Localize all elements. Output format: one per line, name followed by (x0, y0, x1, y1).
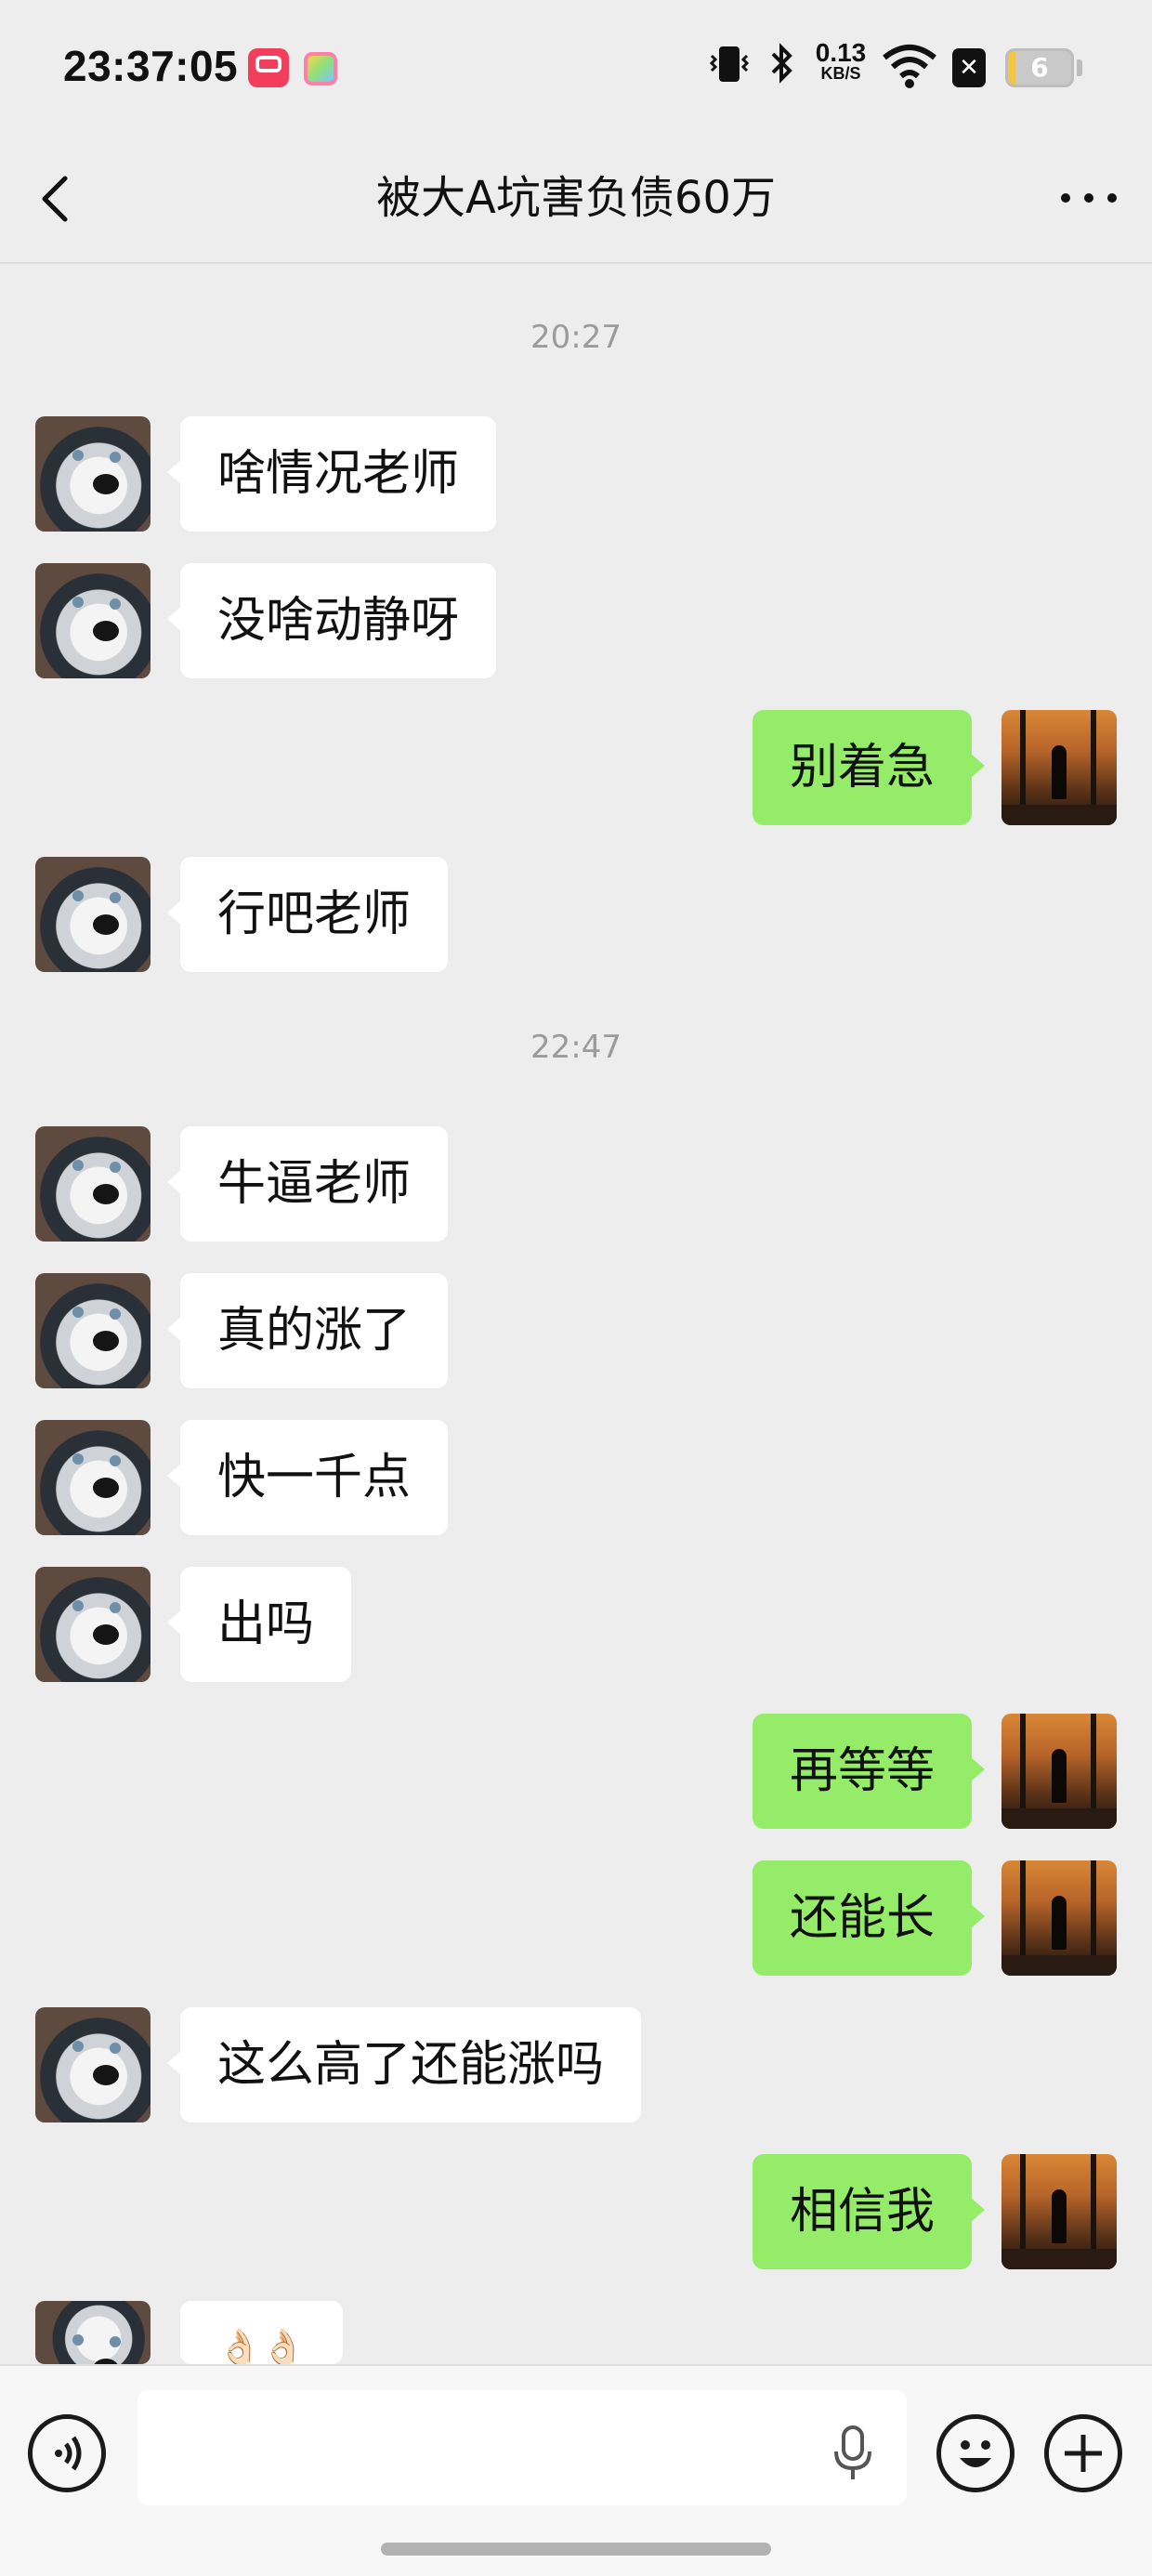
outgoing-message[interactable]: 再等等 (752, 1714, 986, 1829)
status-bar: 23:37:05 0.13 KB/S ✕ 6 (0, 0, 1152, 136)
my-avatar[interactable] (1001, 1860, 1117, 1976)
notification-app-icon (248, 48, 289, 87)
incoming-message[interactable]: 这么高了还能涨吗 (166, 2007, 642, 2123)
message-input[interactable] (137, 2390, 907, 2505)
battery-icon: 6 (1005, 48, 1074, 87)
incoming-message[interactable]: 啥情况老师 (166, 416, 497, 532)
incoming-message[interactable]: 牛逼老师 (166, 1126, 449, 1242)
notification-app-icon-2 (304, 52, 337, 85)
outgoing-message[interactable]: 相信我 (752, 2154, 986, 2269)
status-time: 23:37:05 (63, 42, 239, 90)
timestamp: 22:47 (530, 1029, 622, 1066)
incoming-message[interactable]: 真的涨了 (166, 1273, 449, 1388)
contact-avatar[interactable] (35, 1126, 151, 1242)
outgoing-message[interactable]: 还能长 (752, 1860, 986, 1976)
timestamp: 20:27 (530, 319, 622, 356)
wifi-icon (883, 45, 936, 88)
incoming-message[interactable]: 快一千点 (166, 1420, 449, 1535)
my-avatar[interactable] (1001, 1714, 1117, 1829)
more-options-icon[interactable] (1059, 184, 1119, 212)
sim-status-icon: ✕ (952, 48, 986, 87)
bluetooth-icon (769, 41, 795, 95)
network-speed: 0.13 KB/S (815, 38, 867, 83)
contact-avatar[interactable] (35, 563, 151, 678)
incoming-message[interactable]: 行吧老师 (166, 857, 449, 972)
contact-avatar[interactable] (35, 857, 151, 972)
my-avatar[interactable] (1001, 2154, 1117, 2269)
chat-header: 被大A坑害负债60万 (0, 136, 1152, 264)
home-indicator[interactable] (381, 2543, 771, 2556)
incoming-message[interactable]: 👌🏻👌🏻 (180, 2301, 343, 2364)
status-indicators: 0.13 KB/S ✕ 6 (706, 37, 1152, 93)
contact-avatar[interactable] (35, 1567, 151, 1682)
outgoing-message[interactable]: 别着急 (752, 710, 986, 825)
microphone-icon[interactable] (829, 2424, 877, 2483)
contact-avatar[interactable] (35, 2301, 151, 2364)
contact-avatar[interactable] (35, 1273, 151, 1388)
incoming-message[interactable]: 没啥动静呀 (166, 563, 497, 678)
contact-avatar[interactable] (35, 2007, 151, 2123)
input-bar (0, 2364, 1152, 2576)
voice-input-icon[interactable] (28, 2414, 106, 2492)
emoji-icon[interactable] (936, 2414, 1015, 2492)
contact-avatar[interactable] (35, 1420, 151, 1535)
chat-screen: 23:37:05 0.13 KB/S ✕ 6 被大A坑害负债60万 20:27 … (0, 0, 1152, 2576)
battery-level: 6 (1030, 52, 1049, 83)
chat-title: 被大A坑害负债60万 (376, 172, 776, 224)
incoming-message[interactable]: 出吗 (166, 1567, 352, 1682)
contact-avatar[interactable] (35, 416, 151, 532)
plus-icon[interactable] (1044, 2414, 1122, 2492)
my-avatar[interactable] (1001, 710, 1117, 825)
vibrate-icon (709, 46, 750, 82)
